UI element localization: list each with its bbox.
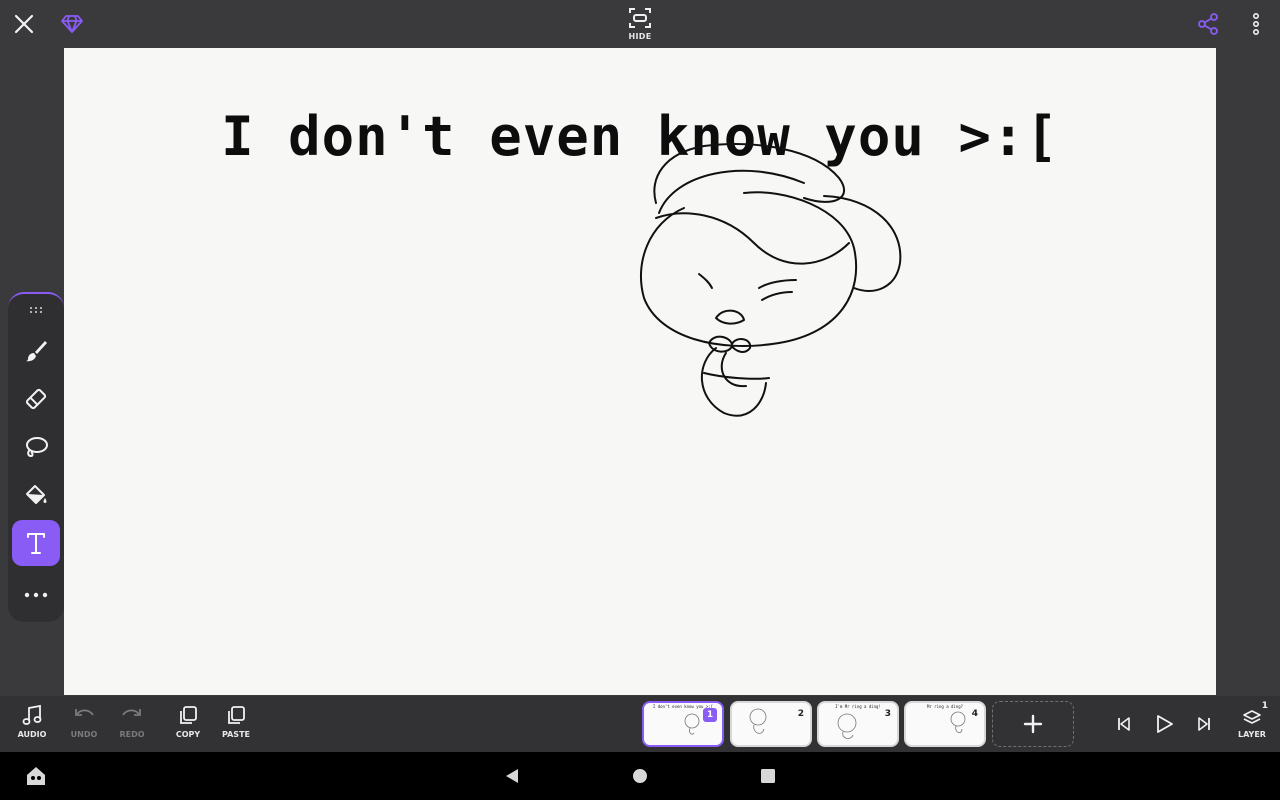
layer-label: LAYER: [1238, 730, 1266, 739]
frame-thumbnail-2[interactable]: 2: [730, 701, 812, 747]
more-vertical-icon: [1252, 13, 1260, 35]
frame-number: 2: [797, 709, 804, 719]
back-button[interactable]: [500, 764, 524, 788]
more-tools-button[interactable]: [12, 572, 60, 618]
redo-icon: [122, 709, 141, 716]
last-frame-button[interactable]: [1190, 710, 1218, 738]
undo-button[interactable]: UNDO: [62, 704, 106, 746]
hide-label: HIDE: [628, 32, 652, 41]
home-icon: [27, 767, 45, 785]
copy-icon: [180, 706, 197, 724]
brush-icon: [26, 341, 47, 362]
premium-button[interactable]: [56, 8, 88, 40]
paste-button[interactable]: PASTE: [214, 704, 258, 746]
fill-bucket-icon: [26, 485, 47, 504]
play-button[interactable]: [1150, 710, 1178, 738]
undo-icon: [75, 709, 94, 716]
bottom-toolbar: AUDIO UNDO REDO COPY PASTE I don't even …: [0, 696, 1280, 752]
back-triangle-icon: [506, 769, 518, 783]
brush-tool[interactable]: [12, 328, 60, 374]
character-sketch: [639, 143, 902, 417]
audio-label: AUDIO: [17, 730, 47, 739]
top-bar: HIDE: [0, 0, 1280, 48]
more-horizontal-icon: [24, 592, 48, 598]
music-note-icon: [22, 704, 42, 725]
paste-icon: [228, 706, 245, 724]
lasso-tool[interactable]: [12, 424, 60, 470]
recents-button[interactable]: [756, 764, 780, 788]
frame-number: 3: [884, 709, 891, 719]
copy-button[interactable]: COPY: [166, 704, 210, 746]
eraser-icon: [25, 388, 47, 410]
more-options-button[interactable]: [1240, 8, 1272, 40]
frame-number: 4: [971, 709, 978, 719]
drag-handle[interactable]: [22, 302, 50, 318]
close-icon: [14, 14, 34, 34]
text-tool[interactable]: [12, 520, 60, 566]
home-launcher-button[interactable]: [24, 764, 48, 788]
lasso-icon: [26, 437, 48, 458]
frame-thumbnail-4[interactable]: Mr ring a ding? 4: [904, 701, 986, 747]
text-tool-icon: [27, 533, 45, 554]
hide-ui-button[interactable]: HIDE: [612, 4, 668, 44]
eraser-tool[interactable]: [12, 376, 60, 422]
plus-icon: [1023, 714, 1043, 734]
skip-back-icon: [1118, 717, 1130, 731]
layer-button[interactable]: 1 LAYER: [1230, 701, 1274, 746]
grip-icon: [29, 306, 43, 314]
undo-label: UNDO: [70, 730, 98, 739]
share-button[interactable]: [1192, 8, 1224, 40]
home-circle-icon: [633, 769, 647, 783]
copy-label: COPY: [175, 730, 201, 739]
frame-thumbnail-1[interactable]: I don't even know you >:[ 1: [642, 701, 724, 747]
close-button[interactable]: [8, 8, 40, 40]
redo-button[interactable]: REDO: [110, 704, 154, 746]
share-icon: [1198, 13, 1218, 35]
hide-icon: [629, 8, 651, 28]
app-window: HIDE I don't even know you >:[AUDIO UND…: [0, 0, 1280, 800]
recents-square-icon: [761, 769, 775, 783]
frame-thumbnail-3[interactable]: I'm Mr ring a ding! 3: [817, 701, 899, 747]
frame-number: 1: [703, 708, 717, 722]
layers-icon: [1243, 710, 1261, 724]
redo-label: REDO: [119, 730, 145, 739]
play-icon: [1157, 715, 1173, 733]
diamond-icon: [61, 15, 83, 33]
audio-button[interactable]: AUDIO: [10, 704, 54, 746]
layer-count: 1: [1261, 701, 1268, 711]
skip-forward-icon: [1198, 717, 1210, 731]
paste-label: PASTE: [221, 730, 250, 739]
tool-palette: [8, 292, 64, 622]
fill-tool[interactable]: [12, 472, 60, 518]
first-frame-button[interactable]: [1110, 710, 1138, 738]
home-button[interactable]: [628, 764, 652, 788]
add-frame-button[interactable]: [992, 701, 1074, 747]
drawing-canvas[interactable]: I don't even know you >:[: [64, 48, 1216, 695]
system-navigation-bar: [0, 752, 1280, 800]
